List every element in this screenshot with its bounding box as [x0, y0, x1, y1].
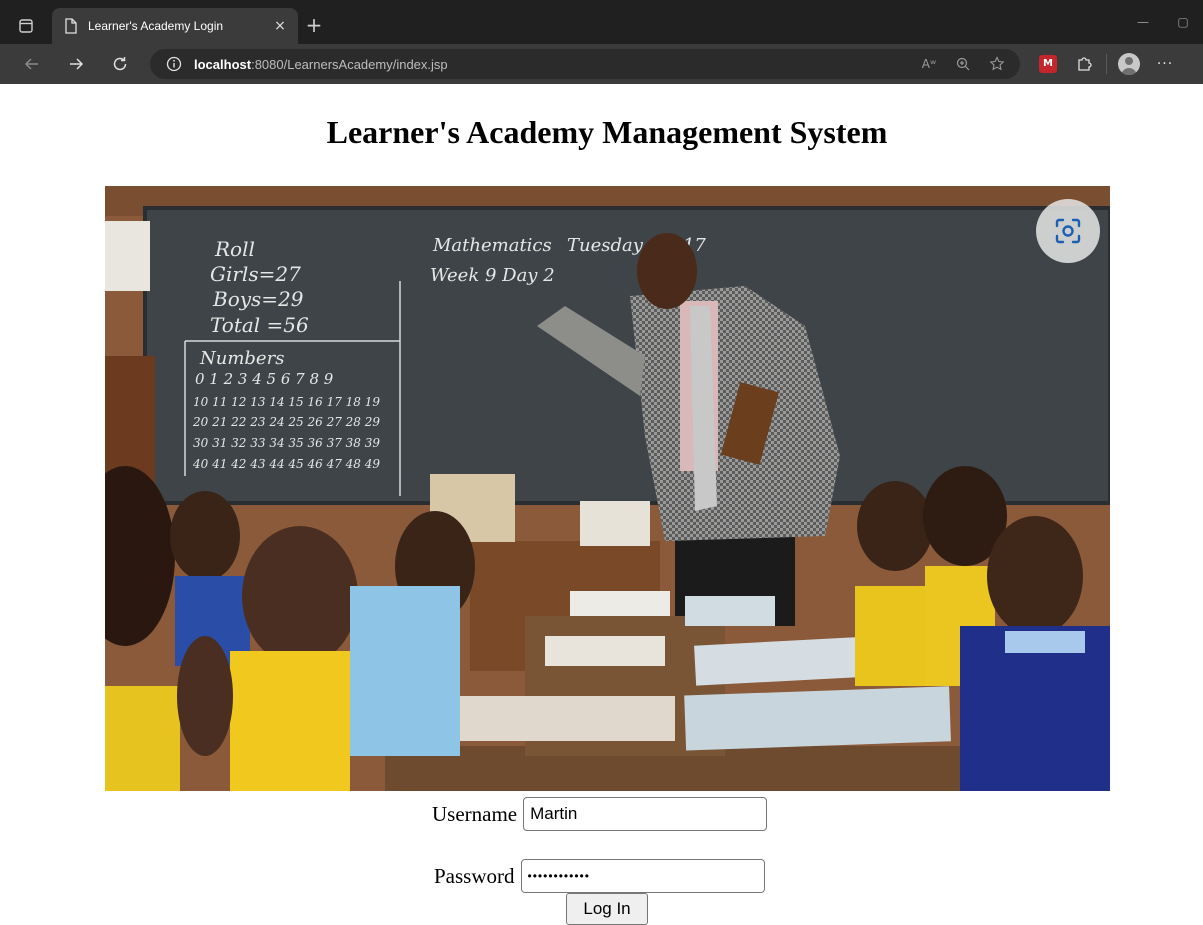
password-input[interactable]: [520, 859, 765, 893]
minimize-icon[interactable]: —: [1123, 15, 1163, 29]
url-host: localhost: [194, 56, 252, 72]
profile-button[interactable]: [1111, 53, 1147, 75]
back-button[interactable]: [18, 50, 46, 78]
read-aloud-icon[interactable]: Aʷ: [912, 57, 946, 71]
chalk-row4: 30 31 32 33 34 35 36 37 38 39: [193, 436, 380, 450]
address-bar[interactable]: localhost:8080/LearnersAcademy/index.jsp…: [150, 49, 1020, 79]
settings-menu-icon[interactable]: ···: [1147, 56, 1183, 72]
puzzle-icon: [1078, 57, 1092, 71]
chalk-subject: Mathematics: [432, 235, 552, 256]
chalk-boys: Boys=29: [212, 287, 304, 311]
avatar-icon: [1118, 53, 1140, 75]
page-icon: [65, 18, 77, 34]
browser-titlebar: Learner's Academy Login × + — ▢: [0, 0, 1203, 44]
window-controls: — ▢: [1123, 0, 1203, 44]
forward-button[interactable]: [62, 50, 90, 78]
classroom-photo: Roll Girls=27 Boys=29 Total =56 Numbers …: [105, 186, 1110, 791]
username-input[interactable]: [523, 797, 768, 831]
favorite-star-icon[interactable]: [980, 56, 1014, 72]
chalk-row5: 40 41 42 43 44 45 46 47 48 49: [192, 457, 380, 471]
toolbar-divider: [1106, 54, 1107, 74]
chalk-row1: 0 1 2 3 4 5 6 7 8 9: [195, 370, 334, 388]
chalk-row3: 20 21 22 23 24 25 26 27 28 29: [192, 415, 380, 429]
refresh-icon: [113, 57, 127, 71]
visual-search-icon: [1055, 218, 1081, 244]
url-path: :8080/LearnersAcademy/index.jsp: [251, 56, 448, 72]
page-title: Learner's Academy Management System: [326, 114, 888, 150]
url-text: localhost:8080/LearnersAcademy/index.jsp: [194, 57, 448, 72]
tab-title: Learner's Academy Login: [88, 19, 224, 33]
username-row: Username: [432, 797, 768, 831]
chalk-week: Week 9 Day 2: [430, 265, 555, 286]
chalk-girls: Girls=27: [210, 262, 301, 286]
chalk-total: Total =56: [210, 313, 309, 337]
tab-actions-button[interactable]: [6, 8, 46, 44]
chalk-row2: 10 11 12 13 14 15 16 17 18 19: [193, 395, 380, 409]
extension-icon: M: [1039, 55, 1057, 73]
tab-actions-icon: [19, 19, 33, 33]
visual-search-button[interactable]: [1036, 199, 1100, 263]
browser-toolbar: localhost:8080/LearnersAcademy/index.jsp…: [0, 44, 1203, 84]
back-arrow-icon: [24, 58, 38, 70]
info-icon: [166, 56, 182, 72]
forward-arrow-icon: [70, 58, 84, 70]
login-button[interactable]: Log In: [566, 893, 648, 925]
chalk-roll: Roll: [214, 237, 255, 261]
zoom-icon[interactable]: [946, 57, 980, 71]
extension-button[interactable]: M: [1030, 55, 1066, 73]
close-tab-icon[interactable]: ×: [272, 18, 288, 34]
new-tab-button[interactable]: +: [302, 14, 326, 38]
password-label: Password: [434, 863, 515, 888]
password-row: Password: [434, 859, 765, 893]
refresh-button[interactable]: [106, 50, 134, 78]
extensions-puzzle-button[interactable]: [1066, 55, 1102, 73]
chalk-numbers: Numbers: [199, 348, 284, 369]
browser-tab[interactable]: Learner's Academy Login ×: [52, 8, 298, 44]
maximize-icon[interactable]: ▢: [1163, 15, 1203, 29]
username-label: Username: [432, 801, 518, 826]
